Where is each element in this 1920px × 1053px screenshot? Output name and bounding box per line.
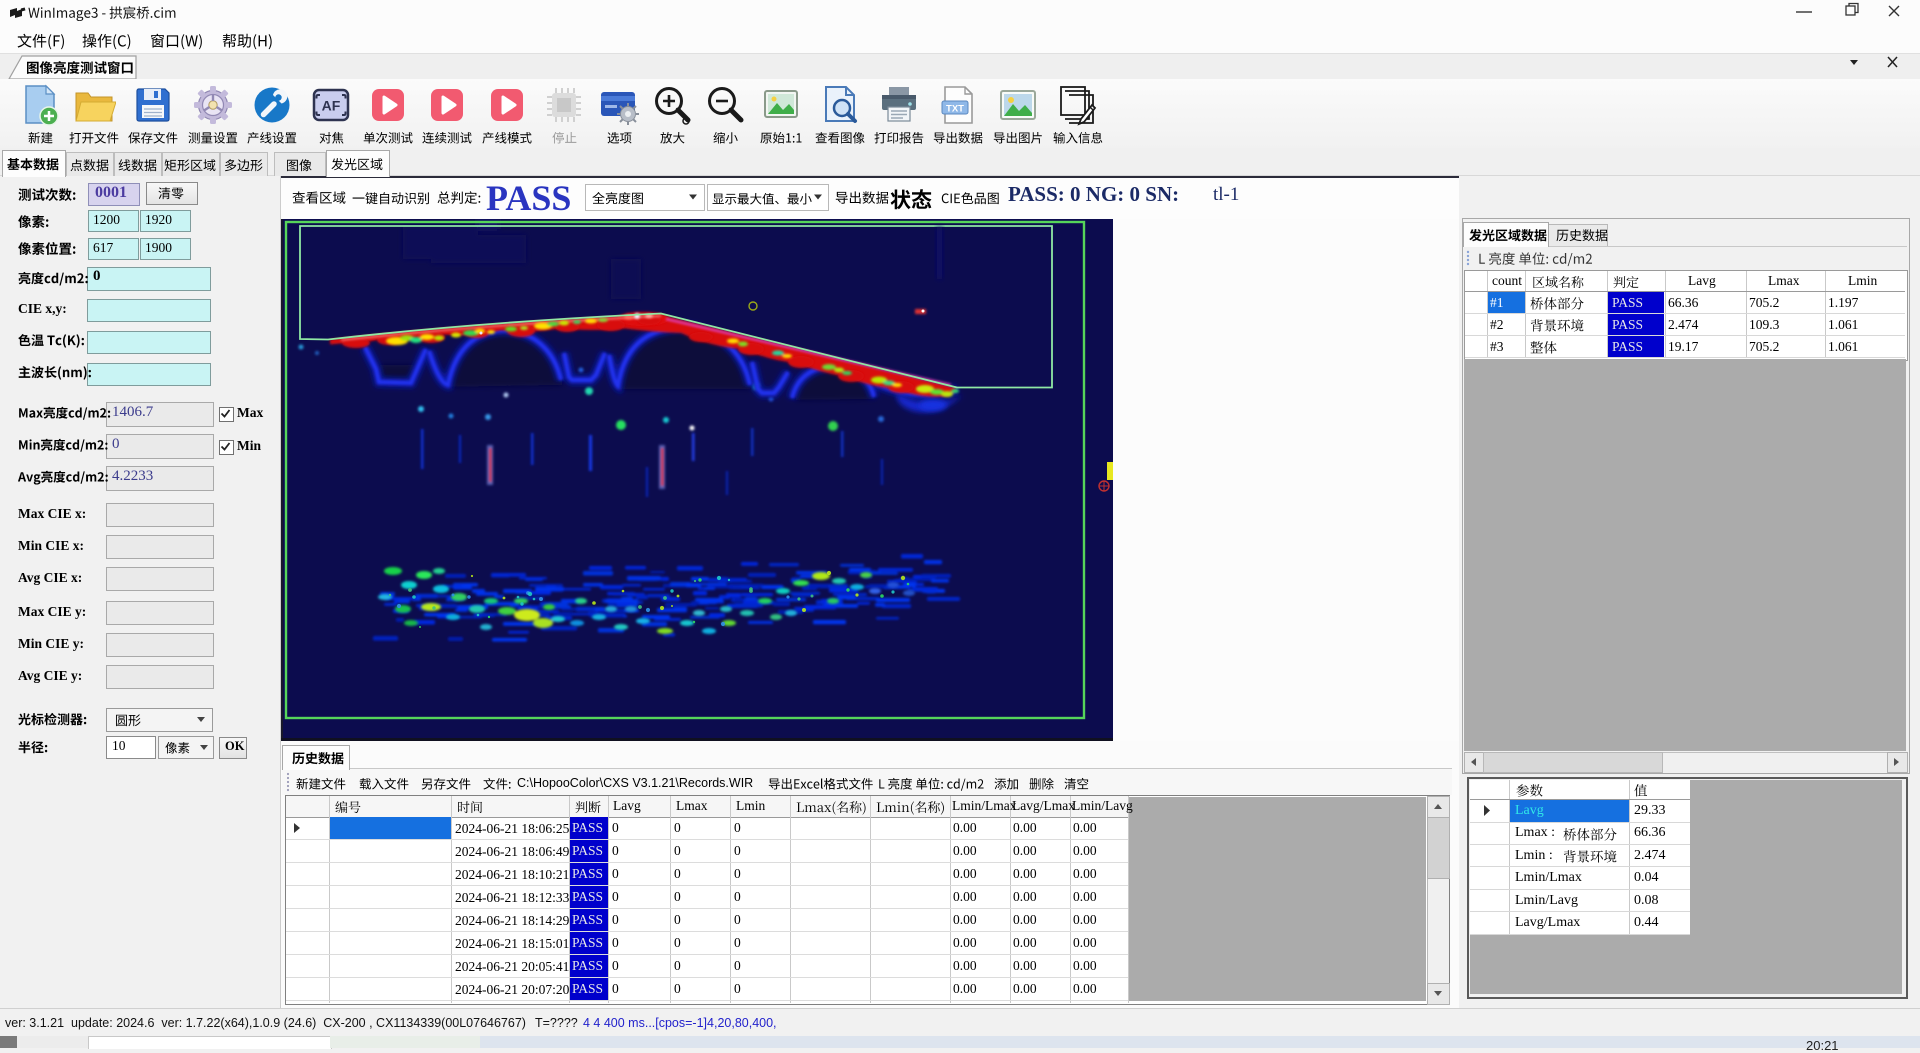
svg-text:TXT: TXT [946, 104, 964, 115]
svg-text:AF: AF [322, 98, 341, 114]
